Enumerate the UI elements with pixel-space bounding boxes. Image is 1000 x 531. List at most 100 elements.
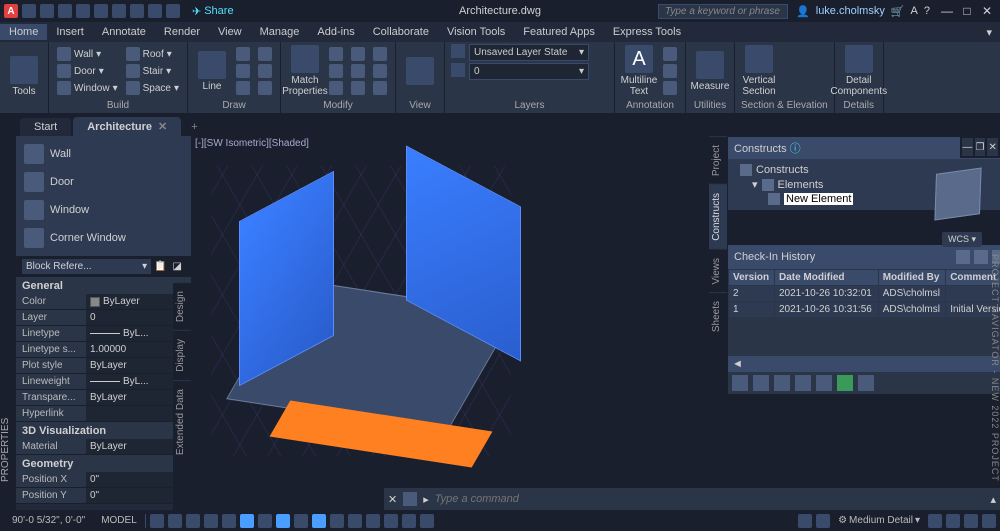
app-icon[interactable]: A xyxy=(4,4,18,18)
close-icon[interactable]: ✕ xyxy=(158,120,167,133)
rectangle-button[interactable] xyxy=(256,46,274,62)
clean-screen-icon[interactable] xyxy=(964,514,978,528)
dynamic-input-icon[interactable] xyxy=(204,514,218,528)
circle-button[interactable] xyxy=(234,63,252,79)
hatch-button[interactable] xyxy=(256,80,274,96)
mini-close-icon[interactable]: ✕ xyxy=(987,138,998,156)
property-row[interactable]: ColorByLayer xyxy=(16,294,191,310)
cmd-expand-icon[interactable]: ▴ xyxy=(990,493,996,506)
viewcube-face[interactable] xyxy=(934,167,981,220)
window-button[interactable]: Window▾ xyxy=(55,80,120,96)
selection-cycling-icon[interactable] xyxy=(366,514,380,528)
detail-level-button[interactable]: ⚙ Medium Detail ▾ xyxy=(834,513,924,528)
arc-button[interactable] xyxy=(234,80,252,96)
table-row[interactable]: 12021-10-26 10:31:56ADS\cholmslInitial V… xyxy=(729,302,1000,318)
checkin-header[interactable]: Check-In History xyxy=(728,245,1000,269)
signin-icon[interactable]: 👤 xyxy=(796,5,810,18)
vtab-project[interactable]: Project xyxy=(709,136,727,184)
object-type-select[interactable]: Block Refere...▾ xyxy=(22,259,151,274)
command-line[interactable]: ✕ ▸ ▴ xyxy=(384,488,1000,510)
viewport-label[interactable]: [-][SW Isometric][Shaded] xyxy=(195,138,309,149)
trim-button[interactable] xyxy=(371,46,389,62)
minimize-button[interactable]: — xyxy=(938,4,956,18)
redo-icon[interactable] xyxy=(148,4,162,18)
mirror-button[interactable] xyxy=(349,63,367,79)
col-date[interactable]: Date Modified xyxy=(774,270,878,286)
nav-show-icon[interactable] xyxy=(816,375,832,391)
palette-door[interactable]: Door xyxy=(16,168,191,196)
save-icon[interactable] xyxy=(58,4,72,18)
vtab-constructs[interactable]: Constructs xyxy=(709,184,727,249)
property-row[interactable]: MaterialByLayer xyxy=(16,439,191,455)
new-icon[interactable] xyxy=(22,4,36,18)
nav-open-icon[interactable] xyxy=(753,375,769,391)
match-properties-button[interactable]: Match Properties xyxy=(287,45,323,97)
wall-button[interactable]: Wall▾ xyxy=(55,46,120,62)
user-name[interactable]: luke.cholmsky xyxy=(816,5,885,17)
palette-window[interactable]: Window xyxy=(16,196,191,224)
multiline-text-button[interactable]: A Multiline Text xyxy=(621,45,657,97)
dimension-button[interactable] xyxy=(661,46,679,62)
isolate-icon[interactable] xyxy=(928,514,942,528)
tab-vision-tools[interactable]: Vision Tools xyxy=(438,24,514,40)
workspace-icon[interactable] xyxy=(798,514,812,528)
annotation-monitor-icon[interactable] xyxy=(816,514,830,528)
rotate-button[interactable] xyxy=(349,46,367,62)
property-row[interactable]: Hyperlink xyxy=(16,406,191,422)
share-button[interactable]: ✈ Share xyxy=(192,5,234,18)
layer-state-select[interactable]: Unsaved Layer State▾ xyxy=(469,44,589,61)
tab-annotate[interactable]: Annotate xyxy=(93,24,155,40)
property-row[interactable]: Transpare...ByLayer xyxy=(16,390,191,406)
cart-icon[interactable]: 🛒 xyxy=(891,5,905,18)
section-geometry[interactable]: Geometry▾ xyxy=(16,455,191,472)
col-modified-by[interactable]: Modified By xyxy=(878,270,945,286)
grid-icon[interactable] xyxy=(150,514,164,528)
ellipse-button[interactable] xyxy=(256,63,274,79)
property-row[interactable]: Linetype s...1.00000 xyxy=(16,342,191,358)
pick-icon[interactable]: ◪ xyxy=(170,261,185,272)
qat-more-icon[interactable] xyxy=(166,4,180,18)
project-navigator-label[interactable]: PROJECT NAVIGATOR - NEW 2022 PROJECT xyxy=(986,254,1000,482)
autoscale-icon[interactable] xyxy=(420,514,434,528)
roof-button[interactable]: Roof▾ xyxy=(124,46,181,62)
viewport[interactable]: [-][SW Isometric][Shaded] Project Constr… xyxy=(191,136,1000,510)
section-general[interactable]: General▾ xyxy=(16,277,191,294)
properties-palette-label[interactable]: PROPERTIES xyxy=(0,390,16,510)
vtab-views[interactable]: Views xyxy=(709,249,727,293)
tab-express-tools[interactable]: Express Tools xyxy=(604,24,690,40)
tab-architecture[interactable]: Architecture✕ xyxy=(73,117,181,136)
property-row[interactable]: LinetypeByL... xyxy=(16,326,191,342)
close-button[interactable]: ✕ xyxy=(978,4,996,18)
quick-select-icon[interactable]: 📋 xyxy=(151,261,169,272)
snap-icon[interactable] xyxy=(168,514,182,528)
checkin-add-icon[interactable] xyxy=(956,250,970,264)
scroll-left-icon[interactable]: ◄ xyxy=(732,358,743,370)
command-input[interactable] xyxy=(435,493,985,505)
isodraft-icon[interactable] xyxy=(258,514,272,528)
ribbon-collapse-icon[interactable]: ▾ xyxy=(978,26,1000,39)
move-button[interactable] xyxy=(327,46,345,62)
vtab-sheets[interactable]: Sheets xyxy=(709,292,727,340)
section-3d-viz[interactable]: 3D Visualization▾ xyxy=(16,422,191,439)
layer-properties-icon[interactable] xyxy=(451,44,465,58)
tab-featured-apps[interactable]: Featured Apps xyxy=(514,24,604,40)
search-input[interactable]: Type a keyword or phrase xyxy=(658,4,788,19)
array-button[interactable] xyxy=(371,80,389,96)
nav-new-icon[interactable] xyxy=(732,375,748,391)
mini-minimize-icon[interactable]: — xyxy=(962,138,973,156)
osnap-icon[interactable] xyxy=(276,514,290,528)
door-button[interactable]: Door▾ xyxy=(55,63,120,79)
property-row[interactable]: Layer0 xyxy=(16,310,191,326)
leader-button[interactable] xyxy=(661,63,679,79)
nav-explorer-icon[interactable] xyxy=(858,375,874,391)
wcs-badge[interactable]: WCS ▾ xyxy=(942,232,982,247)
cmd-history-icon[interactable] xyxy=(403,492,417,506)
tab-collaborate[interactable]: Collaborate xyxy=(364,24,438,40)
table-button[interactable] xyxy=(661,80,679,96)
tools-button[interactable]: Tools xyxy=(6,56,42,97)
property-row[interactable]: Plot styleByLayer xyxy=(16,358,191,374)
info-icon[interactable]: ⓘ xyxy=(790,143,801,155)
vtab-extended-data[interactable]: Extended Data xyxy=(173,380,191,463)
col-version[interactable]: Version xyxy=(729,270,775,286)
undo-icon[interactable] xyxy=(130,4,144,18)
